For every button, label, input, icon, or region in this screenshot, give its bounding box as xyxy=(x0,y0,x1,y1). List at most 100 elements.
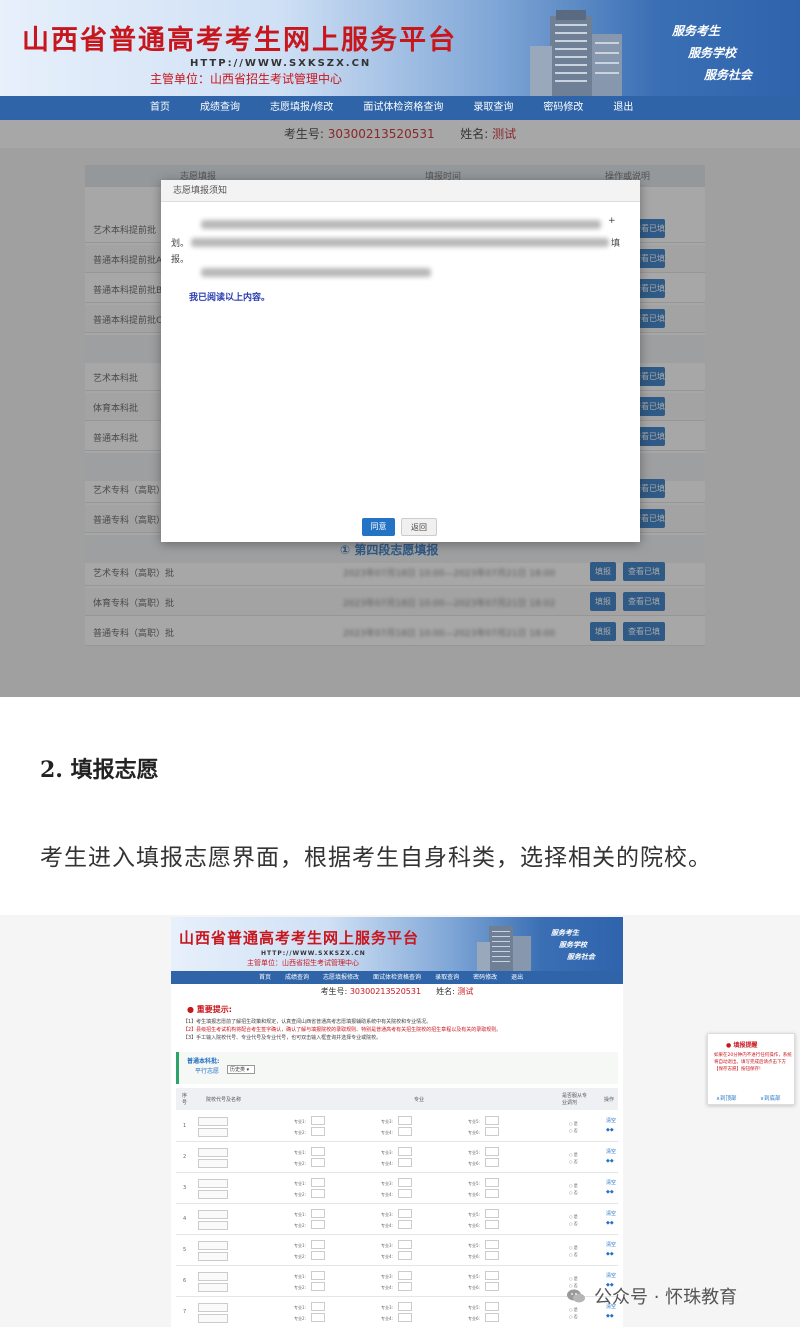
adjust-no-radio[interactable]: ○ 否 xyxy=(569,1128,578,1134)
major-input[interactable] xyxy=(398,1313,412,1322)
move-arrows-icon[interactable]: ◆◆ xyxy=(606,1251,614,1257)
school-code-input[interactable] xyxy=(198,1210,228,1219)
school-name-input[interactable] xyxy=(198,1283,228,1292)
major-input[interactable] xyxy=(398,1178,412,1187)
nav-home[interactable]: 首页 xyxy=(150,96,170,120)
major-input[interactable] xyxy=(485,1147,499,1156)
school-name-input[interactable] xyxy=(198,1159,228,1168)
clear-button[interactable]: 清空 xyxy=(606,1210,616,1217)
major-input[interactable] xyxy=(311,1240,325,1249)
major-input[interactable] xyxy=(485,1302,499,1311)
move-arrows-icon[interactable]: ◆◆ xyxy=(606,1220,614,1226)
nav-score-query[interactable]: 成绩查询 xyxy=(285,971,309,984)
major-input[interactable] xyxy=(311,1220,325,1229)
adjust-no-radio[interactable]: ○ 否 xyxy=(569,1221,578,1227)
major-input[interactable] xyxy=(485,1282,499,1291)
school-name-input[interactable] xyxy=(198,1252,228,1261)
major-input[interactable] xyxy=(485,1178,499,1187)
school-name-input[interactable] xyxy=(198,1128,228,1137)
back-button[interactable]: 返回 xyxy=(401,518,437,536)
adjust-no-radio[interactable]: ○ 否 xyxy=(569,1314,578,1320)
major-input[interactable] xyxy=(311,1209,325,1218)
school-code-input[interactable] xyxy=(198,1241,228,1250)
major-input[interactable] xyxy=(311,1302,325,1311)
scroll-bottom-link[interactable]: ∨到底部 xyxy=(760,1094,781,1102)
major-input[interactable] xyxy=(485,1158,499,1167)
major-input[interactable] xyxy=(485,1313,499,1322)
clear-button[interactable]: 清空 xyxy=(606,1179,616,1186)
major-input[interactable] xyxy=(311,1271,325,1280)
school-code-input[interactable] xyxy=(198,1303,228,1312)
major-input[interactable] xyxy=(311,1116,325,1125)
major-input[interactable] xyxy=(398,1282,412,1291)
adjust-yes-radio[interactable]: ○ 是 xyxy=(569,1276,578,1282)
adjust-yes-radio[interactable]: ○ 是 xyxy=(569,1152,578,1158)
major-input[interactable] xyxy=(398,1240,412,1249)
major-input[interactable] xyxy=(398,1209,412,1218)
school-code-input[interactable] xyxy=(198,1117,228,1126)
nav-logout[interactable]: 退出 xyxy=(511,971,523,984)
clear-button[interactable]: 清空 xyxy=(606,1272,616,1279)
major-input[interactable] xyxy=(485,1271,499,1280)
major-input[interactable] xyxy=(485,1240,499,1249)
major-input[interactable] xyxy=(311,1127,325,1136)
major-input[interactable] xyxy=(311,1313,325,1322)
major-input[interactable] xyxy=(311,1147,325,1156)
clear-button[interactable]: 清空 xyxy=(606,1241,616,1248)
major-input[interactable] xyxy=(485,1189,499,1198)
nav-home[interactable]: 首页 xyxy=(259,971,271,984)
nav-password[interactable]: 密码修改 xyxy=(473,971,497,984)
nav-application[interactable]: 志愿填报/修改 xyxy=(270,96,333,120)
adjust-yes-radio[interactable]: ○ 是 xyxy=(569,1214,578,1220)
nav-password[interactable]: 密码修改 xyxy=(543,96,583,120)
major-input[interactable] xyxy=(311,1251,325,1260)
nav-interview-query[interactable]: 面试体检资格查询 xyxy=(363,96,443,120)
major-input[interactable] xyxy=(485,1220,499,1229)
agree-button[interactable]: 同意 xyxy=(362,518,395,536)
major-input[interactable] xyxy=(398,1147,412,1156)
move-arrows-icon[interactable]: ◆◆ xyxy=(606,1189,614,1195)
scroll-top-link[interactable]: ∧到顶部 xyxy=(716,1094,737,1102)
nav-logout[interactable]: 退出 xyxy=(613,96,633,120)
major-input[interactable] xyxy=(311,1178,325,1187)
nav-admission-query[interactable]: 录取查询 xyxy=(473,96,513,120)
adjust-yes-radio[interactable]: ○ 是 xyxy=(569,1245,578,1251)
major-input[interactable] xyxy=(485,1127,499,1136)
major-input[interactable] xyxy=(311,1158,325,1167)
adjust-no-radio[interactable]: ○ 否 xyxy=(569,1190,578,1196)
school-name-input[interactable] xyxy=(198,1221,228,1230)
tab-parallel[interactable]: 平行志愿 xyxy=(195,1066,219,1075)
nav-admission-query[interactable]: 录取查询 xyxy=(435,971,459,984)
category-select[interactable]: 历史类 ▾ xyxy=(227,1065,255,1074)
nav-application[interactable]: 志愿填报修改 xyxy=(323,971,359,984)
clear-button[interactable]: 清空 xyxy=(606,1148,616,1155)
major-input[interactable] xyxy=(398,1158,412,1167)
adjust-no-radio[interactable]: ○ 否 xyxy=(569,1159,578,1165)
major-input[interactable] xyxy=(398,1302,412,1311)
move-arrows-icon[interactable]: ◆◆ xyxy=(606,1127,614,1133)
major-input[interactable] xyxy=(485,1209,499,1218)
major-input[interactable] xyxy=(398,1127,412,1136)
school-code-input[interactable] xyxy=(198,1148,228,1157)
move-arrows-icon[interactable]: ◆◆ xyxy=(606,1158,614,1164)
clear-button[interactable]: 清空 xyxy=(606,1117,616,1124)
nav-interview-query[interactable]: 面试体检资格查询 xyxy=(373,971,421,984)
nav-score-query[interactable]: 成绩查询 xyxy=(200,96,240,120)
confirm-read-text[interactable]: 我已阅读以上内容。 xyxy=(189,290,270,303)
major-input[interactable] xyxy=(485,1116,499,1125)
major-input[interactable] xyxy=(398,1189,412,1198)
school-name-input[interactable] xyxy=(198,1190,228,1199)
school-code-input[interactable] xyxy=(198,1272,228,1281)
major-input[interactable] xyxy=(398,1116,412,1125)
adjust-yes-radio[interactable]: ○ 是 xyxy=(569,1183,578,1189)
major-input[interactable] xyxy=(485,1251,499,1260)
move-arrows-icon[interactable]: ◆◆ xyxy=(606,1313,614,1319)
adjust-no-radio[interactable]: ○ 否 xyxy=(569,1252,578,1258)
major-input[interactable] xyxy=(311,1189,325,1198)
school-code-input[interactable] xyxy=(198,1179,228,1188)
adjust-yes-radio[interactable]: ○ 是 xyxy=(569,1121,578,1127)
major-input[interactable] xyxy=(398,1251,412,1260)
major-input[interactable] xyxy=(311,1282,325,1291)
major-input[interactable] xyxy=(398,1271,412,1280)
school-name-input[interactable] xyxy=(198,1314,228,1323)
